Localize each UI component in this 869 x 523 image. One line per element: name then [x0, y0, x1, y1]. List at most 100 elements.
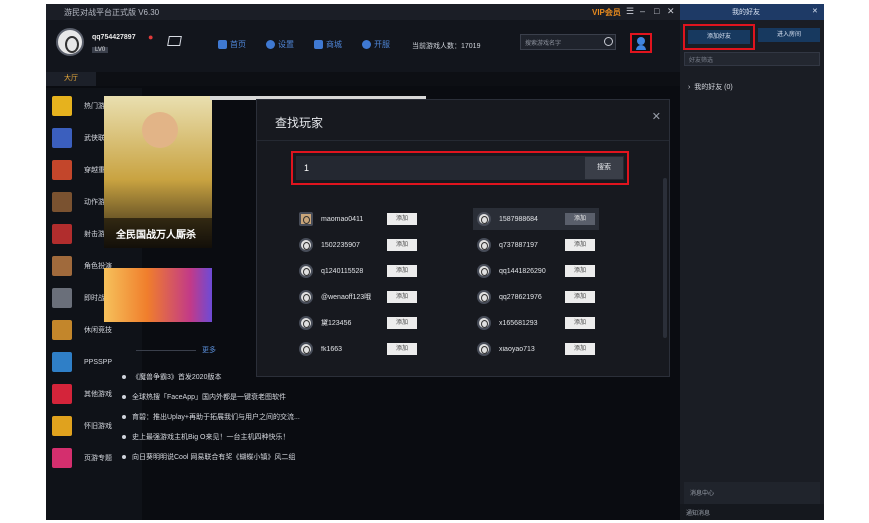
add-button[interactable]: 添加 — [565, 343, 595, 355]
player-avatar — [477, 342, 491, 356]
dialog-title: 查找玩家 — [275, 116, 324, 130]
webgame-icon — [52, 448, 72, 468]
chevron-right-icon: › — [688, 84, 691, 91]
player-row: qq278621976 添加 — [477, 288, 595, 306]
shooter-icon — [52, 224, 72, 244]
rpg-icon — [52, 256, 72, 276]
dialog-scrollbar[interactable] — [663, 178, 667, 338]
banner-caption: 全民国战万人厮杀 — [104, 218, 212, 248]
app-title: 游民对战平台正式版 V6.30 — [64, 8, 160, 17]
close-icon[interactable]: ✕ — [652, 110, 661, 123]
add-button[interactable]: 添加 — [565, 291, 595, 303]
search-button[interactable]: 搜索 — [585, 157, 623, 179]
player-row: q1240115528 添加 — [299, 262, 417, 280]
player-row: x165681293 添加 — [477, 314, 595, 332]
find-player-dialog: 查找玩家 ✕ 搜索 maomao0411添加 1502235907添加 q124… — [256, 99, 670, 377]
player-row: 黛123456 添加 — [299, 314, 417, 332]
news-item[interactable]: 《魔兽争霸3》首发2020版本 — [122, 372, 221, 382]
player-avatar — [299, 264, 313, 278]
player-row: xiaoyao713 添加 — [477, 340, 595, 358]
add-button[interactable]: 添加 — [565, 239, 595, 251]
rts-icon — [52, 288, 72, 308]
rebirth-icon — [52, 160, 72, 180]
player-row: @wenaoff123哦 添加 — [299, 288, 417, 306]
more-link[interactable]: 更多 — [202, 345, 216, 355]
player-search-input[interactable] — [296, 156, 624, 180]
diamond-icon[interactable] — [167, 36, 182, 46]
add-button[interactable]: 添加 — [387, 343, 417, 355]
nav-home[interactable]: 首页 — [218, 39, 246, 50]
user-level-badge: LV0 — [92, 47, 109, 53]
enter-room-button[interactable]: 进入房间 — [758, 28, 820, 42]
secondary-banner[interactable] — [104, 268, 212, 322]
ppsspp-icon — [52, 352, 72, 372]
player-avatar — [477, 290, 491, 304]
close-icon[interactable]: ✕ — [812, 7, 818, 15]
player-row-selected: 1587988684 添加 — [473, 208, 599, 230]
add-button[interactable]: 添加 — [387, 265, 417, 277]
menu-icon[interactable]: ☰ — [626, 6, 634, 17]
message-center[interactable]: 消息中心 — [684, 482, 820, 504]
add-button[interactable]: 添加 — [565, 213, 595, 225]
friends-panel: 我的好友 ✕ 添加好友 进入房间 好友筛选 › 我的好友 (0) 消息中心 通知… — [680, 4, 824, 520]
user-name: qq754427897 — [92, 34, 136, 41]
player-avatar — [299, 342, 313, 356]
add-button[interactable]: 添加 — [565, 317, 595, 329]
casual-icon — [52, 320, 72, 340]
gear-icon — [266, 40, 275, 49]
minimize-button[interactable]: – — [640, 6, 645, 16]
player-avatar — [299, 290, 313, 304]
hot-games-icon — [52, 96, 72, 116]
nav-shop[interactable]: 商城 — [314, 39, 342, 50]
action-icon — [52, 192, 72, 212]
retro-icon — [52, 416, 72, 436]
player-row: q737887197 添加 — [477, 236, 595, 254]
other-games-icon — [52, 384, 72, 404]
player-avatar — [299, 238, 313, 252]
friend-filter-input[interactable]: 好友筛选 — [684, 52, 820, 66]
home-icon — [218, 40, 227, 49]
nav-server[interactable]: 开服 — [362, 39, 390, 50]
add-friend-highlight: 添加好友 — [683, 24, 755, 50]
player-avatar — [299, 316, 313, 330]
player-avatar — [477, 238, 491, 252]
add-button[interactable]: 添加 — [387, 239, 417, 251]
player-row: fk1663 添加 — [299, 340, 417, 358]
header: qq754427897 LV0 ● 首页 设置 商城 开服 当前游戏人数：170… — [46, 20, 680, 72]
player-avatar — [477, 316, 491, 330]
player-row: 1502235907 添加 — [299, 236, 417, 254]
add-button[interactable]: 添加 — [387, 213, 417, 225]
news-item[interactable]: 史上最强游戏主机Big O来见！一台主机四种快乐！ — [122, 432, 290, 442]
add-button[interactable]: 添加 — [387, 291, 417, 303]
find-input-highlight: 搜索 — [291, 151, 629, 185]
nav-settings[interactable]: 设置 — [266, 39, 294, 50]
user-avatar[interactable] — [56, 28, 84, 56]
player-row: qq1441826290 添加 — [477, 262, 595, 280]
add-button[interactable]: 添加 — [565, 265, 595, 277]
news-item[interactable]: 向日葵明明说Cool 网易联合有奖《蝴蝶小镇》风二组 — [122, 452, 295, 462]
maximize-button[interactable]: □ — [654, 6, 659, 16]
divider — [257, 140, 669, 141]
add-friend-button[interactable]: 添加好友 — [688, 30, 750, 44]
news-item[interactable]: 全球热搜「FaceApp」国内外都是一键衰老图软件 — [122, 392, 286, 402]
add-button[interactable]: 添加 — [387, 317, 417, 329]
notice-bar[interactable]: 通知消息 — [680, 504, 824, 520]
server-icon — [362, 40, 371, 49]
game-search-input[interactable]: 搜索游戏名字 — [520, 34, 616, 50]
location-pin-icon: ● — [148, 32, 154, 42]
search-icon[interactable] — [604, 37, 613, 46]
friends-button[interactable] — [630, 33, 652, 53]
friends-panel-title: 我的好友 — [732, 9, 760, 16]
online-count: 当前游戏人数：17019 — [412, 43, 481, 50]
player-row: maomao0411 添加 — [299, 210, 417, 228]
divider — [136, 350, 196, 351]
close-button[interactable]: ✕ — [667, 6, 675, 17]
news-item[interactable]: 育碧：推出Uplay+再助于拓展我们与用户之间的交流... — [122, 412, 300, 422]
friend-group[interactable]: › 我的好友 (0) — [688, 82, 733, 92]
player-avatar — [477, 264, 491, 278]
tab-lobby[interactable]: 大厅 — [46, 72, 96, 86]
title-bar: 游民对战平台正式版 V6.30 VIP会员 ☰ – □ ✕ — [46, 4, 680, 20]
tab-strip: 大厅 — [46, 72, 680, 86]
vip-link[interactable]: VIP会员 — [592, 7, 621, 18]
friends-panel-title-bar: 我的好友 ✕ — [680, 4, 824, 20]
